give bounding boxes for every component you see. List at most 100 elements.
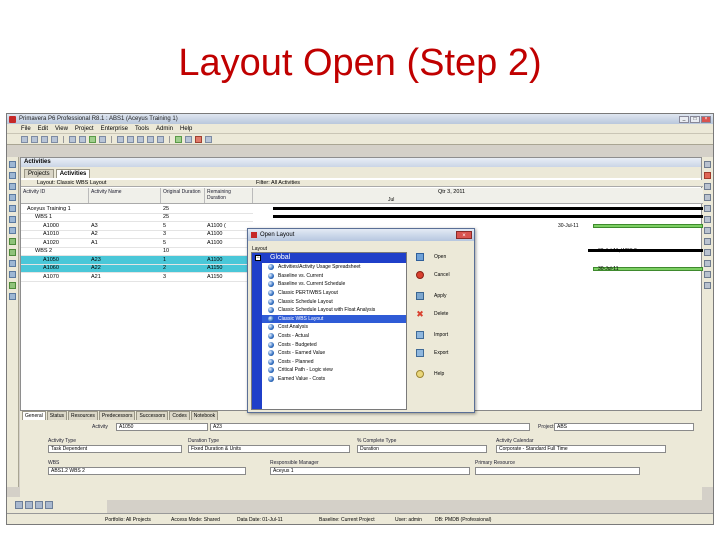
list-item-selected[interactable]: Classic WBS Layout (252, 314, 406, 324)
delete-icon[interactable] (704, 172, 711, 179)
list-item[interactable]: Critical Path - Logic view (252, 366, 406, 375)
list-item[interactable]: Costs - Earned Value (252, 349, 406, 358)
move-down-icon[interactable] (704, 271, 711, 278)
filter-label[interactable]: Filter: All Activities (253, 180, 703, 187)
copy-icon[interactable] (704, 194, 711, 201)
toolbar-expand-icon[interactable] (117, 135, 124, 143)
list-item[interactable]: Baseline vs. Current Schedule (252, 280, 406, 289)
toolbar-table-icon[interactable] (79, 135, 86, 143)
minimize-button[interactable]: _ (679, 115, 689, 123)
gantt-bar-project[interactable] (273, 207, 703, 210)
resources-icon[interactable] (9, 216, 16, 223)
dialog-close-button[interactable]: × (456, 231, 472, 239)
open-button[interactable]: Open (410, 249, 472, 264)
activity-calendar-select[interactable]: Corporate - Standard Full Time (496, 445, 666, 453)
list-item[interactable]: Baseline vs. Current (252, 272, 406, 281)
thresholds-icon[interactable] (9, 249, 16, 256)
toolbar-group-icon[interactable] (51, 135, 58, 143)
toolbar-bars-icon[interactable] (69, 135, 76, 143)
link-icon[interactable] (704, 216, 711, 223)
toolbar-level-icon[interactable] (185, 135, 192, 143)
table-row[interactable]: A1000 A3 5 A1100 ( (21, 222, 253, 231)
tab-notebook[interactable]: Notebook (190, 411, 219, 420)
tab-projects[interactable]: Projects (24, 169, 54, 178)
tab-activities[interactable]: Activities (55, 169, 91, 178)
projects-icon[interactable] (9, 161, 16, 168)
documents-icon[interactable] (9, 271, 16, 278)
table-row[interactable]: A1020 A1 5 A1100 (21, 239, 253, 248)
gantt-bar-wbs1[interactable] (273, 215, 703, 218)
portfolios-icon[interactable] (9, 293, 16, 300)
delete-button[interactable]: ✖ Delete (410, 306, 472, 321)
menu-admin[interactable]: Admin (156, 126, 173, 132)
import-button[interactable]: Import (410, 327, 472, 342)
primary-resource-field[interactable] (475, 467, 640, 475)
toolbar-gantt-icon[interactable] (89, 135, 96, 143)
bottom-tool-icon[interactable] (25, 501, 33, 509)
toolbar-schedule-icon[interactable] (175, 135, 182, 143)
outdent-icon[interactable] (704, 249, 711, 256)
toolbar-columns-icon[interactable] (31, 135, 38, 143)
list-item[interactable]: Costs - Actual (252, 332, 406, 341)
expenses-icon[interactable] (9, 282, 16, 289)
assign-icon[interactable] (704, 227, 711, 234)
toolbar-stop-icon[interactable] (195, 135, 202, 143)
activity-id-field[interactable]: A1050 (116, 423, 208, 431)
list-item[interactable]: Earned Value - Costs (252, 375, 406, 384)
toolbar-zoom-in-icon[interactable] (137, 135, 144, 143)
eps-icon[interactable] (9, 172, 16, 179)
menu-help[interactable]: Help (180, 126, 192, 132)
column-remaining-duration[interactable]: Remaining Duration (205, 188, 253, 203)
duration-type-select[interactable]: Fixed Duration & Units (188, 445, 350, 453)
risks-icon[interactable] (9, 260, 16, 267)
bottom-tool-icon[interactable] (35, 501, 43, 509)
wbs-icon[interactable] (9, 183, 16, 190)
toolbar-settings-icon[interactable] (205, 135, 212, 143)
toolbar-filter-icon[interactable] (41, 135, 48, 143)
column-activity-id[interactable]: Activity ID (21, 188, 89, 203)
tracking-icon[interactable] (9, 194, 16, 201)
toolbar-print-icon[interactable] (157, 135, 164, 143)
list-item[interactable]: Classic Schedule Layout with Float Analy… (252, 306, 406, 315)
activity-name-field[interactable]: A23 (210, 423, 530, 431)
menu-edit[interactable]: Edit (38, 126, 48, 132)
table-row[interactable]: A1010 A2 3 A1100 (21, 231, 253, 239)
menu-project[interactable]: Project (75, 126, 94, 132)
project-field[interactable]: ABS (554, 423, 694, 431)
list-item[interactable]: Costs - Budgeted (252, 340, 406, 349)
tab-status[interactable]: Status (46, 411, 67, 420)
cut-icon[interactable] (704, 183, 711, 190)
move-up-icon[interactable] (704, 260, 711, 267)
table-row[interactable]: WBS 2 10 (21, 247, 253, 256)
menu-view[interactable]: View (55, 126, 68, 132)
add-icon[interactable] (704, 161, 711, 168)
list-item[interactable]: Classic Schedule Layout (252, 297, 406, 306)
responsible-manager-field[interactable]: Aceyus 1 (270, 467, 470, 475)
menu-enterprise[interactable]: Enterprise (101, 126, 128, 132)
paste-icon[interactable] (704, 205, 711, 212)
list-item[interactable]: Cost Analysis (252, 323, 406, 332)
tab-successors[interactable]: Successors (136, 411, 169, 420)
cancel-button[interactable]: Cancel (410, 267, 472, 282)
gantt-bar-a1000[interactable] (593, 224, 703, 228)
collapse-icon[interactable]: − (255, 255, 261, 261)
close-button[interactable]: × (701, 115, 711, 123)
tab-predecessors[interactable]: Predecessors (98, 411, 136, 420)
toolbar-layout-icon[interactable] (21, 135, 28, 143)
activities-icon[interactable] (9, 205, 16, 212)
bottom-tool-icon[interactable] (15, 501, 23, 509)
reports-icon[interactable] (9, 227, 16, 234)
column-activity-name[interactable]: Activity Name (89, 188, 161, 203)
export-button[interactable]: Export (410, 345, 472, 360)
list-item[interactable]: Activities/Activity Usage Spreadsheet (252, 263, 406, 272)
table-row[interactable]: WBS 1 25 (21, 213, 253, 222)
list-item[interactable]: Costs - Planned (252, 358, 406, 367)
table-row[interactable]: A1060 A22 2 A1150 (21, 264, 253, 273)
tab-codes[interactable]: Codes (169, 411, 190, 420)
table-row[interactable]: Aceyus Training 1 25 (21, 205, 253, 214)
toolbar-zoom-out-icon[interactable] (147, 135, 154, 143)
menu-tools[interactable]: Tools (135, 126, 149, 132)
wbs-field[interactable]: ABS1.2 WBS 2 (48, 467, 246, 475)
help-button[interactable]: Help (410, 366, 472, 381)
menu-file[interactable]: File (21, 126, 31, 132)
